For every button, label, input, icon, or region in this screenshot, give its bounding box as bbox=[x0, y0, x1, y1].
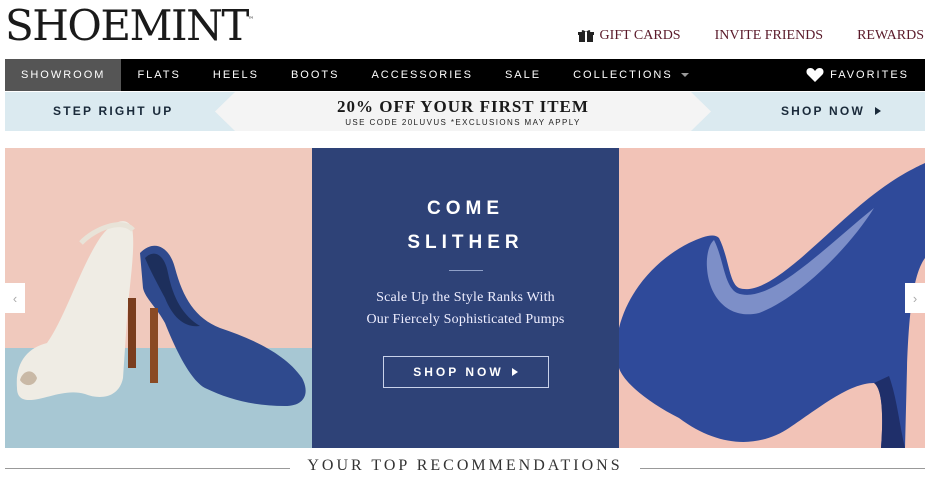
promo-center: 20% OFF YOUR FIRST ITEM USE CODE 20LUVUS… bbox=[215, 92, 711, 131]
carousel-next-arrow[interactable]: › bbox=[905, 283, 925, 313]
shoemint-logo[interactable]: SHOEMINT™ bbox=[5, 1, 254, 50]
promo-subline: USE CODE 20LUVUS *EXCLUSIONS MAY APPLY bbox=[345, 118, 581, 127]
nav-item-flats[interactable]: FLATS bbox=[121, 59, 196, 91]
gift-icon bbox=[577, 30, 594, 42]
hero-title-line-1: COME bbox=[427, 198, 504, 219]
recommendations-title: YOUR TOP RECOMMENDATIONS bbox=[307, 457, 623, 474]
rewards-label: REWARDS bbox=[857, 28, 924, 43]
gift-cards-link[interactable]: GIFT CARDS bbox=[577, 28, 681, 44]
header-links: GIFT CARDS INVITE FRIENDS REWARDS bbox=[577, 28, 924, 44]
nav-label: ACCESSORIES bbox=[371, 69, 473, 81]
hero-text-panel: COME SLITHER Scale Up the Style Ranks Wi… bbox=[312, 148, 619, 448]
heart-icon bbox=[806, 68, 824, 82]
trademark-mark: ™ bbox=[247, 16, 254, 23]
nav-item-sale[interactable]: SALE bbox=[489, 59, 557, 91]
hero-shop-now-button[interactable]: SHOP NOW bbox=[382, 356, 549, 388]
promo-banner[interactable]: STEP RIGHT UP 20% OFF YOUR FIRST ITEM US… bbox=[5, 92, 925, 131]
hero-description: Scale Up the Style Ranks With Our Fierce… bbox=[312, 287, 619, 331]
invite-friends-link[interactable]: INVITE FRIENDS bbox=[715, 28, 824, 44]
favorites-link[interactable]: FAVORITES bbox=[790, 59, 925, 91]
logo-text: SHOEMINT bbox=[5, 1, 249, 50]
hero-image-right[interactable]: › bbox=[619, 148, 925, 448]
chevron-down-icon bbox=[680, 73, 689, 77]
hero-cta-label: SHOP NOW bbox=[413, 365, 504, 379]
nav-label: SHOWROOM bbox=[21, 69, 106, 81]
hero-title-line-2: SLITHER bbox=[407, 232, 524, 253]
nav-label: SALE bbox=[504, 69, 542, 81]
promo-shop-now-link[interactable]: SHOP NOW bbox=[781, 92, 881, 131]
invite-friends-label: INVITE FRIENDS bbox=[714, 28, 824, 43]
nav-item-collections[interactable]: COLLECTIONS bbox=[557, 59, 705, 91]
shoe-pair-illustration bbox=[16, 221, 306, 406]
play-arrow-icon bbox=[511, 368, 518, 376]
carousel-prev-arrow[interactable]: ‹ bbox=[5, 283, 25, 313]
chevron-right-icon: › bbox=[912, 290, 918, 306]
hero-desc-line-2: Our Fiercely Sophisticated Pumps bbox=[366, 312, 565, 327]
hero-carousel: ‹ COME SLITHER Scale Up the Style Ranks … bbox=[5, 148, 925, 448]
hero-desc-line-1: Scale Up the Style Ranks With bbox=[376, 290, 555, 305]
play-arrow-icon bbox=[875, 107, 881, 115]
gift-cards-label: GIFT CARDS bbox=[599, 28, 681, 43]
nav-item-boots[interactable]: BOOTS bbox=[275, 59, 356, 91]
nav-label: COLLECTIONS bbox=[573, 69, 673, 81]
nav-item-heels[interactable]: HEELS bbox=[197, 59, 275, 91]
main-nav: SHOWROOM FLATS HEELS BOOTS ACCESSORIES S… bbox=[5, 59, 925, 91]
nav-label: BOOTS bbox=[290, 69, 340, 81]
hero-image-left[interactable]: ‹ bbox=[5, 148, 312, 448]
recommendations-header: YOUR TOP RECOMMENDATIONS bbox=[5, 456, 925, 477]
nav-item-showroom[interactable]: SHOWROOM bbox=[5, 59, 122, 91]
promo-cta-label: SHOP NOW bbox=[780, 104, 865, 118]
chevron-left-icon: ‹ bbox=[12, 290, 18, 306]
hero-divider bbox=[448, 270, 483, 271]
favorites-label: FAVORITES bbox=[830, 69, 909, 81]
promo-left-text: STEP RIGHT UP bbox=[53, 104, 174, 118]
nav-label: HEELS bbox=[212, 69, 259, 81]
rewards-link[interactable]: REWARDS bbox=[857, 28, 924, 44]
nav-label: FLATS bbox=[137, 69, 181, 81]
nav-item-accessories[interactable]: ACCESSORIES bbox=[355, 59, 488, 91]
promo-headline: 20% OFF YOUR FIRST ITEM bbox=[337, 97, 589, 116]
shoe-closeup-illustration bbox=[619, 163, 925, 448]
